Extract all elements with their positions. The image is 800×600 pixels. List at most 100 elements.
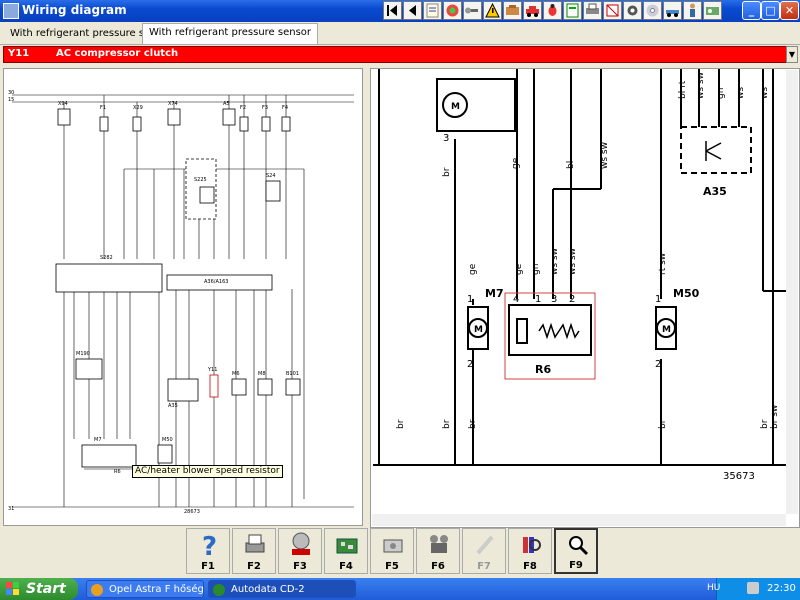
wire-label: br: [442, 419, 452, 429]
title-bar: Wiring diagram _ □ ✕: [0, 0, 800, 22]
maximize-button[interactable]: □: [761, 1, 780, 20]
system-tray: HU 22:30: [707, 578, 800, 600]
m7-label: M7: [485, 287, 504, 300]
f6-button[interactable]: F6: [416, 528, 460, 574]
printer-icon[interactable]: [583, 1, 602, 20]
b101-label: B101: [286, 371, 299, 377]
wire-label: br sw: [770, 405, 780, 429]
m8-label: M8: [258, 371, 266, 377]
taskbar: Start Opel Astra F hőségbe... Autodata C…: [0, 578, 800, 600]
start-button[interactable]: Start: [0, 578, 78, 600]
m50-pin-label: 2: [655, 359, 661, 370]
diagram-ref-label: 28673: [184, 509, 200, 515]
f5-label: F5: [385, 561, 399, 572]
paint-icon[interactable]: [443, 1, 462, 20]
note-icon[interactable]: [423, 1, 442, 20]
m190-label: M190: [76, 351, 90, 357]
rail-31-label: 31: [8, 506, 14, 512]
wire-label: br: [658, 419, 668, 429]
close-button[interactable]: ✕: [780, 1, 799, 20]
autodata-icon: [213, 584, 225, 596]
wire-label: gn: [716, 88, 726, 99]
f8-button[interactable]: F8: [508, 528, 552, 574]
pin-label: 3: [443, 133, 449, 144]
taskbar-item-autodata[interactable]: Autodata CD-2: [208, 580, 356, 598]
f5-button[interactable]: F5: [370, 528, 414, 574]
doc-icon[interactable]: [563, 1, 582, 20]
a36-label: A36/A163: [204, 279, 228, 285]
f4-button[interactable]: F4: [324, 528, 368, 574]
f7-label: F7: [477, 561, 491, 572]
connector-icon: [430, 535, 448, 553]
wire-label: rt sw: [658, 253, 668, 275]
firefox-icon: [91, 584, 103, 596]
wire-label: ge: [468, 263, 478, 275]
wire-label: ws: [760, 87, 770, 99]
wire-label: ge: [514, 263, 524, 275]
minimize-button[interactable]: _: [742, 1, 761, 20]
car-icon[interactable]: [523, 1, 542, 20]
task-label: Opel Astra F hőségbe...: [109, 584, 204, 595]
rail-15-label: 15: [8, 97, 14, 103]
engine-icon[interactable]: [503, 1, 522, 20]
r6-pin-label: 1: [535, 294, 541, 305]
print-icon: [245, 534, 265, 553]
task-label: Autodata CD-2: [231, 584, 305, 595]
r6-pin-label: 3: [551, 294, 557, 305]
tools-icon[interactable]: [463, 1, 482, 20]
help-icon: ?: [202, 532, 217, 559]
gear-icon[interactable]: [623, 1, 642, 20]
first-page-icon[interactable]: [383, 1, 402, 20]
wire-label: ws sw: [696, 72, 706, 99]
man-icon[interactable]: [683, 1, 702, 20]
cd-icon[interactable]: [643, 1, 662, 20]
overview-diagram-panel[interactable]: 30 15 31 X94 F1 X29 X74 A5 F2 F3 F4 S225…: [3, 68, 363, 526]
component-tooltip: AC/heater blower speed resistor: [132, 465, 283, 478]
car-side-icon[interactable]: [663, 1, 682, 20]
f1-button[interactable]: ? F1: [186, 528, 230, 574]
window-title: Wiring diagram: [22, 3, 127, 17]
m7-pin-label: 1: [467, 294, 473, 305]
rail-30-label: 30: [8, 90, 14, 96]
m7-pin-label: 2: [467, 359, 473, 370]
taskbar-item-browser[interactable]: Opel Astra F hőségbe...: [86, 580, 204, 598]
horizontal-scrollbar[interactable]: [372, 514, 786, 526]
disabled-tool-icon: [476, 535, 494, 555]
f2-button[interactable]: F2: [232, 528, 276, 574]
component-name: AC compressor clutch: [56, 48, 179, 59]
tray-icon[interactable]: [747, 582, 759, 594]
f9-label: F9: [569, 560, 583, 571]
s24-label: S24: [266, 173, 276, 179]
color-code-icon: [523, 537, 541, 553]
f2-label: F2: [240, 105, 246, 111]
warning-icon[interactable]: [483, 1, 502, 20]
wire-label: br: [468, 419, 478, 429]
component-selector[interactable]: Y11 AC compressor clutch: [3, 46, 787, 63]
motor-m-glyph: M: [451, 102, 460, 112]
settings-icon[interactable]: [703, 1, 722, 20]
m6-label: M6: [232, 371, 240, 377]
f9-button[interactable]: F9: [554, 528, 598, 574]
r6-pin-label: 4: [513, 294, 519, 305]
a5-label: A5: [223, 101, 230, 107]
r6-label: R6: [114, 469, 121, 475]
function-key-bar: ? F1 F2 F3 F4 F5 F6 F7 F8 F9: [186, 528, 610, 576]
ac-icon: [292, 532, 310, 555]
f1-label: F1: [100, 105, 106, 111]
chevron-down-icon[interactable]: ▼: [786, 46, 798, 63]
f7-button: F7: [462, 528, 506, 574]
f4-label: F4: [339, 561, 353, 572]
detail-diagram-panel[interactable]: M M M M7 R6 M50 A35 3 1 2 4 1 3 2 1 2 35…: [370, 68, 800, 528]
m7-label: M7: [94, 437, 102, 443]
m50-label: M50: [162, 437, 173, 443]
f1-label: F1: [201, 561, 215, 572]
bug-icon[interactable]: [543, 1, 562, 20]
tab-strip: With refrigerant pressure switch With re…: [0, 22, 800, 45]
s282-label: S282: [100, 255, 113, 261]
tab-pressure-sensor[interactable]: With refrigerant pressure sensor: [142, 23, 319, 44]
prev-page-icon[interactable]: [403, 1, 422, 20]
f3-button[interactable]: F3: [278, 528, 322, 574]
language-indicator[interactable]: HU: [707, 583, 720, 593]
tag-icon[interactable]: [603, 1, 622, 20]
vertical-scrollbar[interactable]: [786, 70, 798, 514]
